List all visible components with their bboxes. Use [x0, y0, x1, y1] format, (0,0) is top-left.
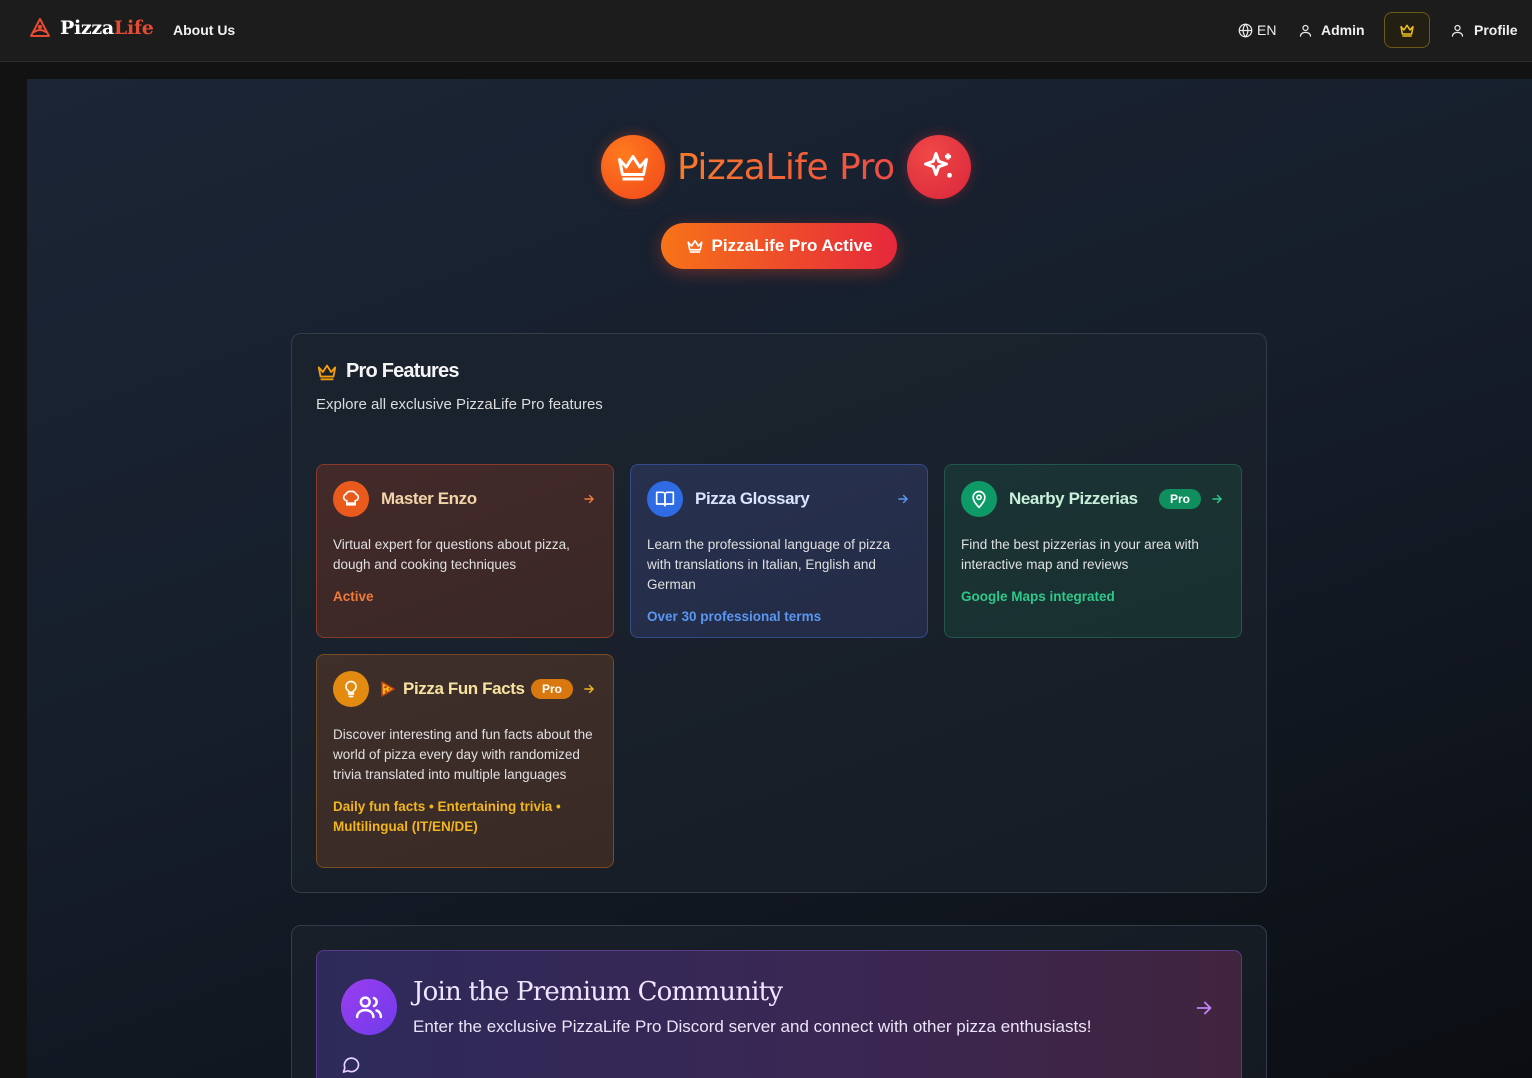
pro-active-button[interactable]: PizzaLife Pro Active: [661, 223, 897, 269]
main-content: PizzaLife Pro PizzaLife Pro Active Pro F…: [27, 79, 1532, 1078]
feature-title: Nearby Pizzerias: [1009, 489, 1138, 508]
arrow-right-icon: [581, 681, 597, 697]
feature-description: Find the best pizzerias in your area wit…: [961, 537, 1199, 572]
nav-about-us-link[interactable]: About Us: [173, 22, 235, 38]
arrow-right-icon[interactable]: [1193, 997, 1215, 1024]
hero-sparkles-badge: [906, 135, 971, 199]
premium-community-card[interactable]: Join the Premium Community Enter the exc…: [316, 950, 1242, 1078]
hero-header: PizzaLife Pro: [601, 135, 971, 199]
feature-status: Active: [333, 589, 374, 604]
feature-note: Daily fun facts • Entertaining trivia • …: [333, 799, 561, 834]
crown-icon: [618, 155, 648, 181]
community-subtitle: Enter the exclusive PizzaLife Pro Discor…: [413, 1017, 1092, 1036]
book-open-icon: [647, 481, 683, 517]
brand-name: PizzaLife: [60, 17, 154, 39]
crown-icon: [317, 364, 337, 380]
pizza-slice-icon: [381, 681, 395, 697]
feature-card-master-enzo[interactable]: Master Enzo Virtual expert for questions…: [316, 464, 614, 638]
message-circle-icon: [341, 1055, 361, 1078]
arrow-right-icon: [581, 491, 597, 507]
brand-logo[interactable]: PizzaLife: [28, 16, 154, 40]
feature-description: Discover interesting and fun facts about…: [333, 727, 593, 782]
pro-badge: Pro: [1158, 489, 1201, 509]
top-navbar: PizzaLife About Us EN Admin Profile: [0, 0, 1532, 62]
hero-crown-badge: [601, 135, 665, 199]
sparkles-icon: [923, 152, 952, 178]
globe-icon: [1238, 22, 1253, 38]
map-pin-icon: [961, 481, 997, 517]
features-heading: Pro Features: [316, 360, 459, 383]
features-title: Pro Features: [346, 360, 459, 382]
arrow-right-icon: [1209, 491, 1225, 507]
profile-link[interactable]: Profile: [1450, 22, 1518, 38]
feature-card-pizza-fun-facts[interactable]: Pizza Fun Facts Pro Discover interesting…: [316, 654, 614, 868]
crown-icon: [686, 239, 703, 253]
language-selector[interactable]: EN: [1238, 22, 1276, 38]
feature-note: Over 30 professional terms: [647, 609, 822, 624]
community-section: Join the Premium Community Enter the exc…: [291, 925, 1267, 1078]
language-label: EN: [1257, 22, 1277, 38]
arrow-right-icon: [895, 491, 911, 507]
admin-label: Admin: [1321, 22, 1365, 38]
feature-description: Learn the professional language of pizza…: [647, 537, 891, 592]
pizza-slice-logo-icon: [30, 18, 50, 37]
hero-title: PizzaLife Pro: [677, 146, 895, 188]
feature-title: Pizza Fun Facts: [403, 679, 525, 698]
pro-features-section: Pro Features Explore all exclusive Pizza…: [291, 333, 1267, 893]
feature-title: Master Enzo: [381, 489, 477, 508]
feature-card-pizza-glossary[interactable]: Pizza Glossary Learn the professional la…: [630, 464, 928, 638]
profile-label: Profile: [1474, 22, 1518, 38]
user-icon: [1451, 24, 1464, 37]
admin-link[interactable]: Admin: [1298, 22, 1365, 38]
chef-hat-icon: [333, 481, 369, 517]
pro-crown-button[interactable]: [1384, 12, 1430, 48]
feature-title: Pizza Glossary: [695, 489, 810, 508]
lightbulb-icon: [333, 671, 369, 707]
users-icon: [341, 979, 397, 1035]
pro-badge: Pro: [530, 679, 573, 699]
feature-description: Virtual expert for questions about pizza…: [333, 537, 570, 572]
community-title: Join the Premium Community: [413, 977, 783, 1007]
feature-note: Google Maps integrated: [961, 589, 1115, 604]
user-icon: [1299, 24, 1312, 37]
feature-card-nearby-pizzerias[interactable]: Nearby Pizzerias Pro Find the best pizze…: [944, 464, 1242, 638]
features-subtitle: Explore all exclusive PizzaLife Pro feat…: [316, 396, 603, 413]
pro-active-label: PizzaLife Pro Active: [711, 236, 873, 255]
crown-icon: [1400, 24, 1414, 37]
